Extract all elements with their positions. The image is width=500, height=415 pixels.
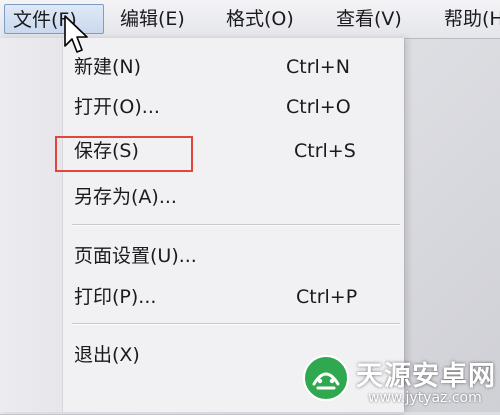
menu-separator: [72, 224, 400, 226]
menu-icon-gutter: [0, 38, 63, 412]
menu-item-page-setup[interactable]: 页面设置(U)...: [62, 237, 402, 275]
watermark-url: www.jytyaz.com: [368, 390, 482, 406]
mouse-pointer-icon: [64, 15, 88, 53]
menu-item-save-as[interactable]: 另存为(A)...: [62, 178, 402, 216]
menu-item-open[interactable]: 打开(O)... Ctrl+O: [62, 88, 402, 126]
menu-item-shortcut: Ctrl+S: [294, 140, 356, 162]
menu-format[interactable]: 格式(O): [218, 4, 330, 34]
save-highlight-box: [55, 136, 193, 172]
watermark-title: 天源安卓网: [356, 361, 496, 392]
menu-separator: [72, 323, 400, 325]
menu-item-label: 打开(O)...: [74, 96, 160, 118]
menu-item-label: 退出(X): [74, 344, 140, 366]
menu-item-shortcut: Ctrl+N: [286, 56, 350, 78]
menu-edit[interactable]: 编辑(E): [112, 4, 222, 34]
menu-item-print[interactable]: 打印(P)... Ctrl+P: [62, 278, 402, 316]
menu-view[interactable]: 查看(V): [328, 4, 438, 34]
menu-item-label: 打印(P)...: [74, 286, 157, 308]
menu-help[interactable]: 帮助(H): [436, 4, 500, 34]
menu-item-shortcut: Ctrl+P: [296, 286, 358, 308]
menu-item-label: 页面设置(U)...: [74, 245, 197, 267]
menu-item-shortcut: Ctrl+O: [286, 96, 351, 118]
menu-item-label: 另存为(A)...: [74, 186, 177, 208]
watermark: 天源安卓网 www.jytyaz.com: [302, 352, 498, 410]
watermark-logo-icon: [303, 355, 349, 401]
menu-item-new[interactable]: 新建(N) Ctrl+N: [62, 48, 402, 86]
